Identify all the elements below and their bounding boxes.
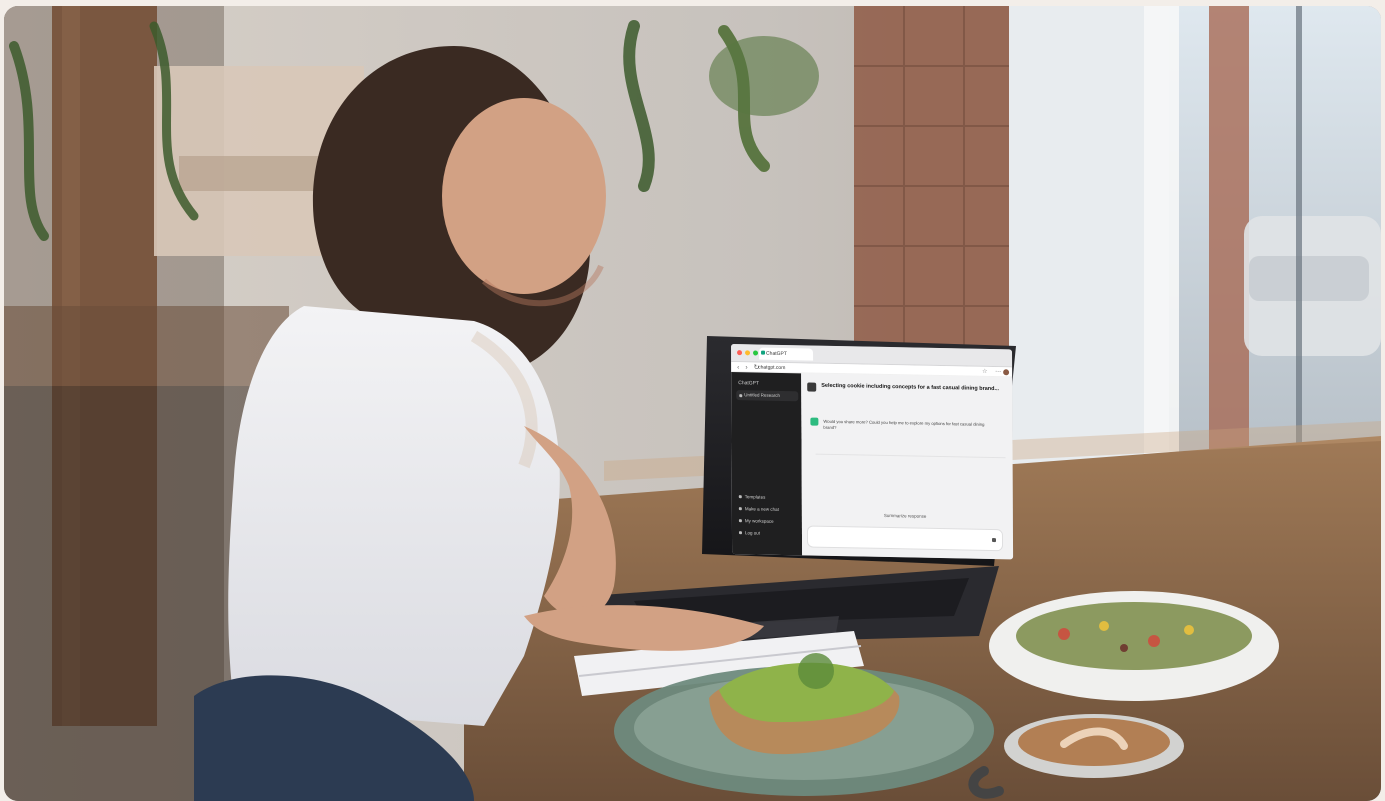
new-chat-label: Untitled Research [744,392,781,398]
new-chat-icon [739,394,743,398]
sidebar-item-label: Make a new chat [744,505,779,512]
chat-topic: Selecting cookie including concepts for … [821,382,1000,393]
new-chat-button[interactable]: Untitled Research [736,390,799,402]
chat-sidebar: ChatGPT Untitled Research Templates Make… [731,372,803,556]
assistant-icon [810,417,819,426]
browser-tab-title: ChatGPT [766,350,787,358]
sidebar-item-log-out[interactable]: Log out [738,526,799,539]
minimize-window-icon[interactable] [745,350,751,356]
sidebar-title: ChatGPT [738,380,760,387]
street-pole [1296,6,1302,476]
maximize-window-icon[interactable] [753,350,759,356]
templates-icon [738,494,742,498]
face [442,98,606,294]
browser-actions[interactable]: ☆ ⋯ [982,368,1004,375]
send-icon[interactable] [991,538,997,543]
browser-profile-avatar[interactable] [1003,369,1010,376]
salad [1016,602,1252,670]
back-counter [4,306,289,386]
workspace-icon [738,518,742,522]
chat-divider [815,453,1006,459]
chat-composer[interactable] [807,526,1003,551]
log-out-icon [738,530,742,534]
sidebar-menu: Templates Make a new chat My workspace L… [738,490,799,539]
sidebar-item-label: Log out [744,529,761,536]
sidebar-item-label: My workspace [744,517,774,524]
close-window-icon[interactable] [737,350,743,356]
sidebar-item-label: Templates [744,493,766,500]
cafe-photo [4,6,1381,801]
site-favicon-icon [761,350,766,355]
browser-url[interactable]: chatgpt.com [758,365,888,373]
chat-main: Selecting cookie including concepts for … [801,373,1014,560]
window-controls[interactable] [737,350,759,356]
laptop-screen: ChatGPT ‹ › ↻ chatgpt.com ☆ ⋯ ChatGPT Un… [731,344,1014,560]
photo-frame: ChatGPT ‹ › ↻ chatgpt.com ☆ ⋯ ChatGPT Un… [4,6,1381,801]
latte [1018,718,1170,766]
chat-topic-icon [807,382,817,392]
browser-tab[interactable]: ChatGPT [759,347,814,361]
chat-icon [738,506,742,510]
suggestion-chip[interactable]: Summarize response [884,513,927,522]
assistant-message: Would you share more? Could you help me … [823,418,985,431]
microgreens [798,653,834,689]
